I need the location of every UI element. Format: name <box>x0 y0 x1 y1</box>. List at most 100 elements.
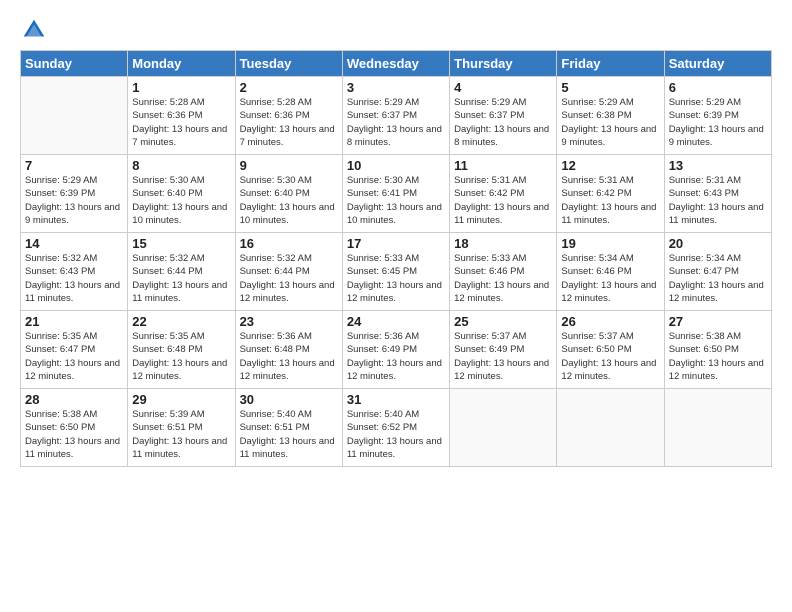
day-info: Sunrise: 5:29 AMSunset: 6:39 PMDaylight:… <box>669 96 767 149</box>
day-info: Sunrise: 5:39 AMSunset: 6:51 PMDaylight:… <box>132 408 230 461</box>
day-number: 6 <box>669 80 767 95</box>
day-cell: 5Sunrise: 5:29 AMSunset: 6:38 PMDaylight… <box>557 77 664 155</box>
column-header-friday: Friday <box>557 51 664 77</box>
day-cell: 21Sunrise: 5:35 AMSunset: 6:47 PMDayligh… <box>21 311 128 389</box>
day-number: 2 <box>240 80 338 95</box>
day-number: 12 <box>561 158 659 173</box>
day-cell: 14Sunrise: 5:32 AMSunset: 6:43 PMDayligh… <box>21 233 128 311</box>
day-info: Sunrise: 5:31 AMSunset: 6:42 PMDaylight:… <box>561 174 659 227</box>
day-number: 22 <box>132 314 230 329</box>
logo <box>20 16 52 44</box>
day-number: 13 <box>669 158 767 173</box>
day-number: 4 <box>454 80 552 95</box>
day-info: Sunrise: 5:34 AMSunset: 6:47 PMDaylight:… <box>669 252 767 305</box>
day-cell: 4Sunrise: 5:29 AMSunset: 6:37 PMDaylight… <box>450 77 557 155</box>
day-cell: 9Sunrise: 5:30 AMSunset: 6:40 PMDaylight… <box>235 155 342 233</box>
day-info: Sunrise: 5:37 AMSunset: 6:49 PMDaylight:… <box>454 330 552 383</box>
day-number: 15 <box>132 236 230 251</box>
day-info: Sunrise: 5:30 AMSunset: 6:40 PMDaylight:… <box>132 174 230 227</box>
column-header-sunday: Sunday <box>21 51 128 77</box>
day-number: 23 <box>240 314 338 329</box>
day-number: 30 <box>240 392 338 407</box>
day-number: 31 <box>347 392 445 407</box>
calendar-header-row: SundayMondayTuesdayWednesdayThursdayFrid… <box>21 51 772 77</box>
day-cell: 10Sunrise: 5:30 AMSunset: 6:41 PMDayligh… <box>342 155 449 233</box>
day-number: 5 <box>561 80 659 95</box>
day-cell: 20Sunrise: 5:34 AMSunset: 6:47 PMDayligh… <box>664 233 771 311</box>
day-cell: 12Sunrise: 5:31 AMSunset: 6:42 PMDayligh… <box>557 155 664 233</box>
day-cell: 29Sunrise: 5:39 AMSunset: 6:51 PMDayligh… <box>128 389 235 467</box>
column-header-saturday: Saturday <box>664 51 771 77</box>
day-info: Sunrise: 5:35 AMSunset: 6:48 PMDaylight:… <box>132 330 230 383</box>
day-cell: 19Sunrise: 5:34 AMSunset: 6:46 PMDayligh… <box>557 233 664 311</box>
day-number: 9 <box>240 158 338 173</box>
day-cell: 17Sunrise: 5:33 AMSunset: 6:45 PMDayligh… <box>342 233 449 311</box>
week-row-4: 28Sunrise: 5:38 AMSunset: 6:50 PMDayligh… <box>21 389 772 467</box>
day-number: 18 <box>454 236 552 251</box>
day-number: 19 <box>561 236 659 251</box>
day-info: Sunrise: 5:38 AMSunset: 6:50 PMDaylight:… <box>25 408 123 461</box>
day-cell: 26Sunrise: 5:37 AMSunset: 6:50 PMDayligh… <box>557 311 664 389</box>
day-cell <box>664 389 771 467</box>
day-info: Sunrise: 5:29 AMSunset: 6:38 PMDaylight:… <box>561 96 659 149</box>
day-cell <box>21 77 128 155</box>
column-header-wednesday: Wednesday <box>342 51 449 77</box>
day-info: Sunrise: 5:35 AMSunset: 6:47 PMDaylight:… <box>25 330 123 383</box>
day-info: Sunrise: 5:40 AMSunset: 6:52 PMDaylight:… <box>347 408 445 461</box>
day-info: Sunrise: 5:31 AMSunset: 6:43 PMDaylight:… <box>669 174 767 227</box>
day-info: Sunrise: 5:29 AMSunset: 6:37 PMDaylight:… <box>454 96 552 149</box>
logo-icon <box>20 16 48 44</box>
day-info: Sunrise: 5:28 AMSunset: 6:36 PMDaylight:… <box>240 96 338 149</box>
day-number: 14 <box>25 236 123 251</box>
day-number: 20 <box>669 236 767 251</box>
day-cell: 16Sunrise: 5:32 AMSunset: 6:44 PMDayligh… <box>235 233 342 311</box>
day-info: Sunrise: 5:29 AMSunset: 6:39 PMDaylight:… <box>25 174 123 227</box>
day-cell: 1Sunrise: 5:28 AMSunset: 6:36 PMDaylight… <box>128 77 235 155</box>
day-cell: 24Sunrise: 5:36 AMSunset: 6:49 PMDayligh… <box>342 311 449 389</box>
day-number: 3 <box>347 80 445 95</box>
day-cell: 25Sunrise: 5:37 AMSunset: 6:49 PMDayligh… <box>450 311 557 389</box>
day-number: 10 <box>347 158 445 173</box>
day-cell <box>557 389 664 467</box>
day-info: Sunrise: 5:34 AMSunset: 6:46 PMDaylight:… <box>561 252 659 305</box>
column-header-thursday: Thursday <box>450 51 557 77</box>
day-number: 8 <box>132 158 230 173</box>
day-cell: 7Sunrise: 5:29 AMSunset: 6:39 PMDaylight… <box>21 155 128 233</box>
week-row-3: 21Sunrise: 5:35 AMSunset: 6:47 PMDayligh… <box>21 311 772 389</box>
day-info: Sunrise: 5:33 AMSunset: 6:45 PMDaylight:… <box>347 252 445 305</box>
day-info: Sunrise: 5:32 AMSunset: 6:43 PMDaylight:… <box>25 252 123 305</box>
day-cell: 13Sunrise: 5:31 AMSunset: 6:43 PMDayligh… <box>664 155 771 233</box>
day-cell: 11Sunrise: 5:31 AMSunset: 6:42 PMDayligh… <box>450 155 557 233</box>
day-cell: 6Sunrise: 5:29 AMSunset: 6:39 PMDaylight… <box>664 77 771 155</box>
day-info: Sunrise: 5:37 AMSunset: 6:50 PMDaylight:… <box>561 330 659 383</box>
day-cell: 2Sunrise: 5:28 AMSunset: 6:36 PMDaylight… <box>235 77 342 155</box>
day-info: Sunrise: 5:28 AMSunset: 6:36 PMDaylight:… <box>132 96 230 149</box>
day-info: Sunrise: 5:36 AMSunset: 6:49 PMDaylight:… <box>347 330 445 383</box>
day-cell: 30Sunrise: 5:40 AMSunset: 6:51 PMDayligh… <box>235 389 342 467</box>
day-info: Sunrise: 5:36 AMSunset: 6:48 PMDaylight:… <box>240 330 338 383</box>
column-header-tuesday: Tuesday <box>235 51 342 77</box>
day-info: Sunrise: 5:30 AMSunset: 6:41 PMDaylight:… <box>347 174 445 227</box>
day-cell <box>450 389 557 467</box>
page: SundayMondayTuesdayWednesdayThursdayFrid… <box>0 0 792 612</box>
day-cell: 27Sunrise: 5:38 AMSunset: 6:50 PMDayligh… <box>664 311 771 389</box>
day-cell: 31Sunrise: 5:40 AMSunset: 6:52 PMDayligh… <box>342 389 449 467</box>
week-row-1: 7Sunrise: 5:29 AMSunset: 6:39 PMDaylight… <box>21 155 772 233</box>
day-number: 11 <box>454 158 552 173</box>
day-cell: 23Sunrise: 5:36 AMSunset: 6:48 PMDayligh… <box>235 311 342 389</box>
day-info: Sunrise: 5:31 AMSunset: 6:42 PMDaylight:… <box>454 174 552 227</box>
day-info: Sunrise: 5:38 AMSunset: 6:50 PMDaylight:… <box>669 330 767 383</box>
day-cell: 28Sunrise: 5:38 AMSunset: 6:50 PMDayligh… <box>21 389 128 467</box>
day-info: Sunrise: 5:33 AMSunset: 6:46 PMDaylight:… <box>454 252 552 305</box>
day-number: 7 <box>25 158 123 173</box>
day-info: Sunrise: 5:32 AMSunset: 6:44 PMDaylight:… <box>132 252 230 305</box>
day-number: 21 <box>25 314 123 329</box>
day-info: Sunrise: 5:30 AMSunset: 6:40 PMDaylight:… <box>240 174 338 227</box>
day-cell: 15Sunrise: 5:32 AMSunset: 6:44 PMDayligh… <box>128 233 235 311</box>
day-number: 28 <box>25 392 123 407</box>
header <box>20 16 772 44</box>
day-number: 29 <box>132 392 230 407</box>
column-header-monday: Monday <box>128 51 235 77</box>
week-row-2: 14Sunrise: 5:32 AMSunset: 6:43 PMDayligh… <box>21 233 772 311</box>
day-number: 16 <box>240 236 338 251</box>
